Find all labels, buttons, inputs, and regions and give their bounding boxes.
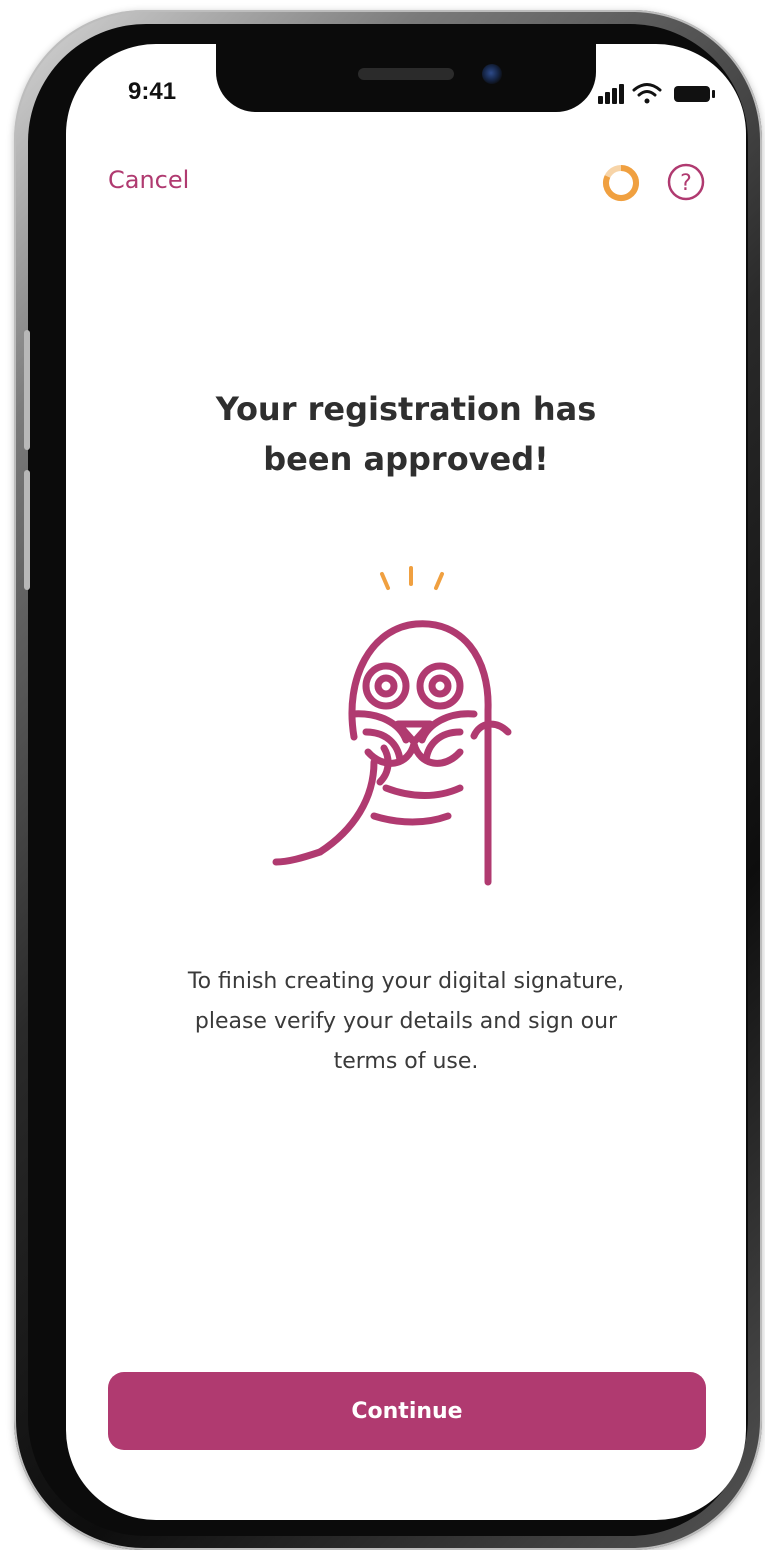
- cancel-button[interactable]: Cancel: [108, 166, 189, 194]
- app-screen: 9:41 Cancel ? Your registration has been…: [66, 44, 746, 1520]
- battery-icon: [674, 86, 715, 102]
- title-line: been approved!: [263, 440, 549, 478]
- help-icon: ?: [667, 163, 705, 201]
- progress-ring-icon: [603, 165, 639, 201]
- speaker-grille: [358, 68, 454, 80]
- help-button[interactable]: ?: [666, 162, 706, 202]
- sparkle-lines: [380, 566, 444, 590]
- instructions-line: please verify your details and sign our: [194, 1009, 618, 1034]
- continue-button[interactable]: Continue: [108, 1372, 706, 1450]
- cellular-signal-icon: [598, 84, 624, 104]
- instructions-line: To finish creating your digital signatur…: [187, 969, 625, 994]
- wifi-icon: [632, 83, 662, 104]
- instructions-text: To finish creating your digital signatur…: [116, 962, 696, 1082]
- notch: [216, 44, 596, 112]
- seal-mascot-illustration: [272, 566, 512, 886]
- instructions-line: terms of use.: [333, 1049, 479, 1074]
- page-title: Your registration has been approved!: [106, 384, 706, 484]
- title-line: Your registration has: [215, 390, 597, 428]
- side-button: [24, 330, 30, 450]
- side-button: [24, 470, 30, 590]
- help-glyph: ?: [680, 171, 692, 196]
- status-icons: [598, 83, 715, 104]
- status-time: 9:41: [128, 78, 177, 105]
- front-camera: [482, 64, 502, 84]
